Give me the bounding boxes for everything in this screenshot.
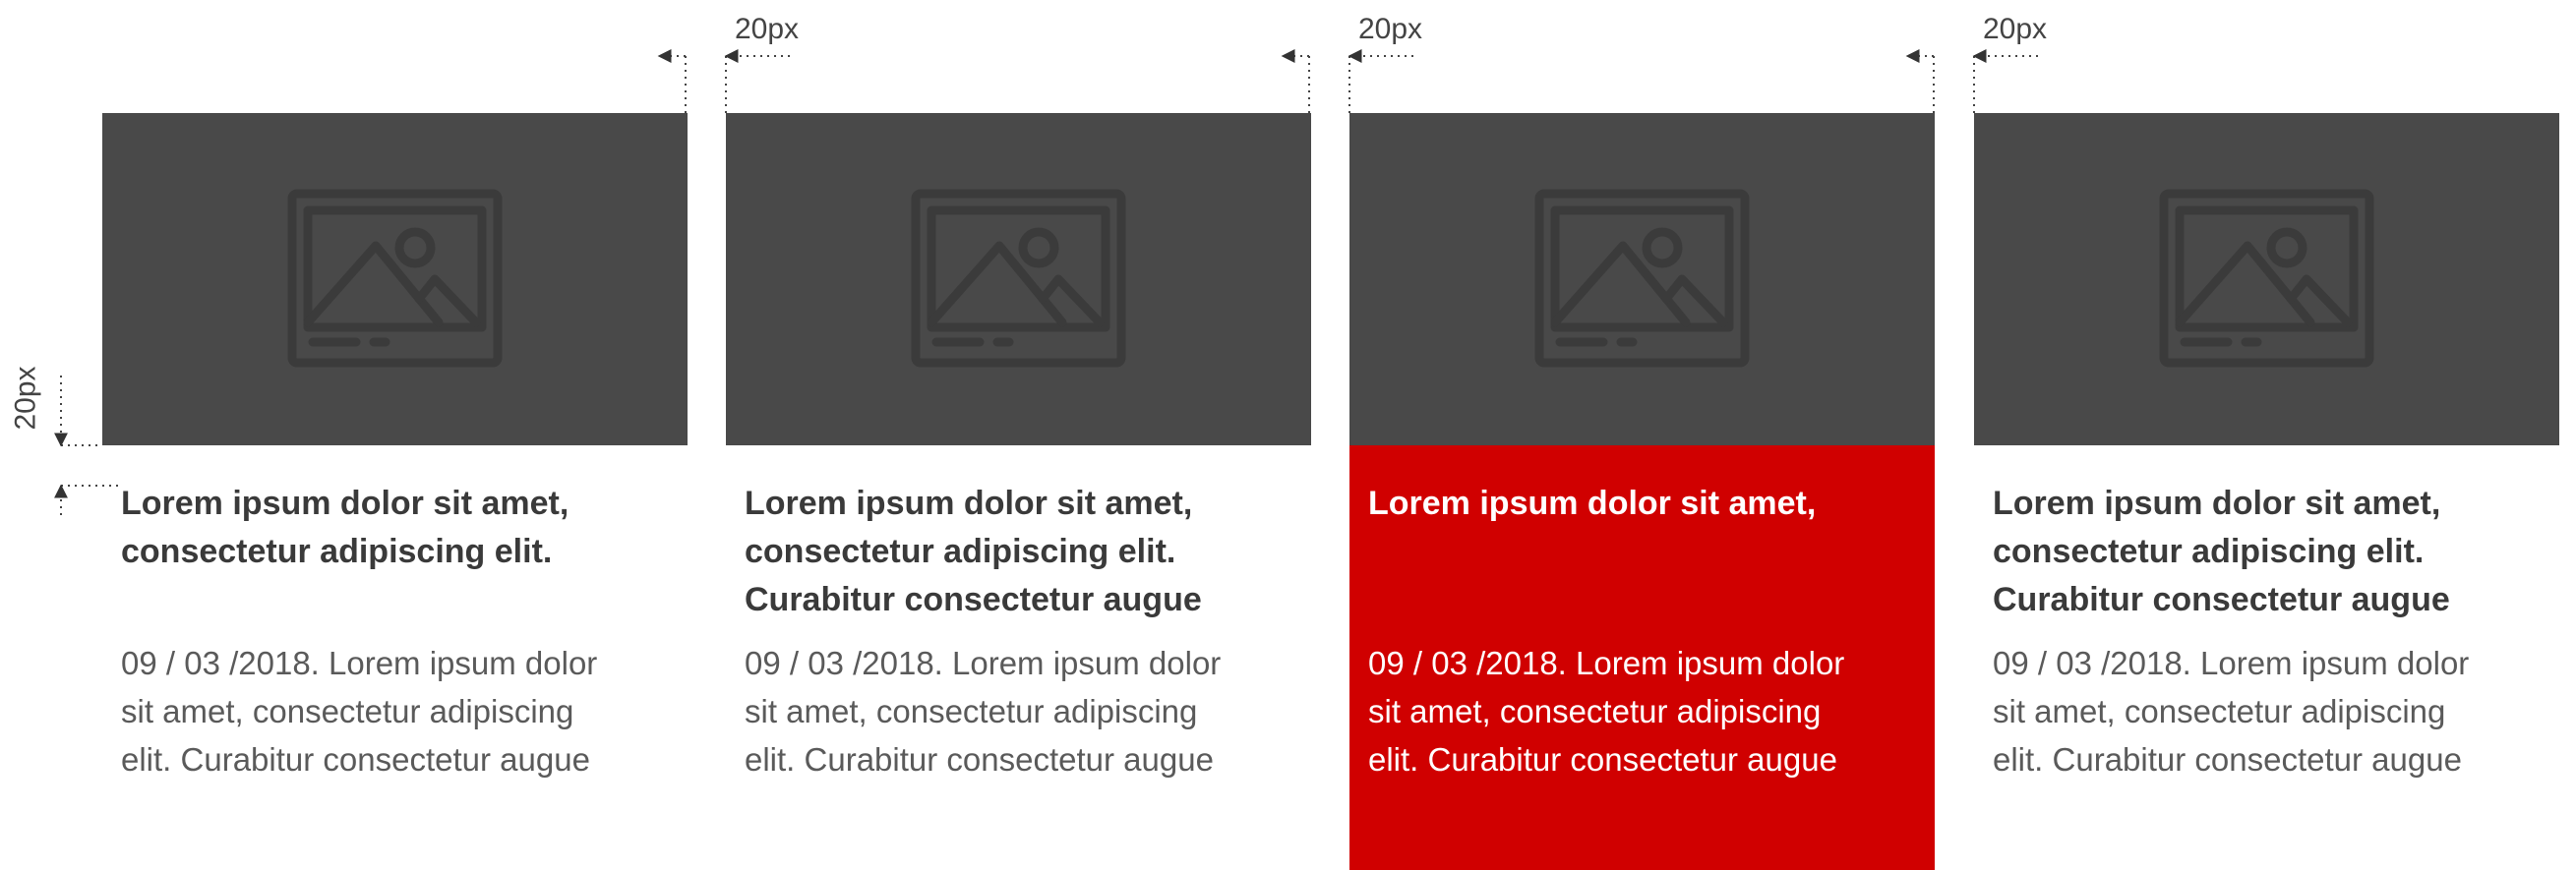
card-thumbnail	[1974, 113, 2559, 445]
image-placeholder-icon	[911, 189, 1126, 368]
card-title: Lorem ipsum dolor sit amet, consectetur …	[745, 480, 1295, 624]
card-title-line: consectetur adipiscing elit.	[745, 533, 1176, 570]
article-card-3-highlighted[interactable]: Lorem ipsum dolor sit amet, 09 / 03 /201…	[1349, 113, 1935, 870]
card-description: 09 / 03 /2018. Lorem ipsum dolor sit ame…	[1993, 639, 2548, 783]
card-title-line: Lorem ipsum dolor sit amet,	[745, 485, 1193, 522]
card-title-line: Curabitur consectetur augue	[745, 581, 1202, 618]
card-thumbnail	[726, 113, 1311, 445]
gap-label-2: 20px	[1358, 13, 1423, 45]
image-placeholder-icon	[1534, 189, 1750, 368]
card-description: 09 / 03 /2018. Lorem ipsum dolor sit ame…	[745, 639, 1300, 783]
gap-label-1: 20px	[735, 13, 800, 45]
card-desc-line: sit amet, consectetur adipiscing	[121, 693, 574, 729]
card-desc-line: 09 / 03 /2018. Lorem ipsum dolor	[745, 645, 1222, 681]
card-desc-line: elit. Curabitur consectetur augue	[1993, 741, 2462, 778]
card-description: 09 / 03 /2018. Lorem ipsum dolor sit ame…	[1368, 639, 1924, 783]
gap-label-3: 20px	[1983, 13, 2048, 45]
card-title: Lorem ipsum dolor sit amet, consectetur …	[121, 480, 672, 576]
card-desc-line: sit amet, consectetur adipiscing	[745, 693, 1198, 729]
card-title-line: Lorem ipsum dolor sit amet,	[121, 485, 569, 522]
card-desc-line: sit amet, consectetur adipiscing	[1993, 693, 2446, 729]
article-card-4[interactable]: Lorem ipsum dolor sit amet, consectetur …	[1974, 113, 2559, 870]
card-title-line: Lorem ipsum dolor sit amet,	[1993, 485, 2441, 522]
card-desc-line: 09 / 03 /2018. Lorem ipsum dolor	[1993, 645, 2470, 681]
vertical-gap-label: 20px	[9, 366, 42, 431]
card-thumbnail	[1349, 113, 1935, 445]
card-thumbnail	[102, 113, 688, 445]
card-description: 09 / 03 /2018. Lorem ipsum dolor sit ame…	[121, 639, 677, 783]
card-desc-line: elit. Curabitur consectetur augue	[121, 741, 590, 778]
card-title-line: consectetur adipiscing elit.	[121, 533, 553, 570]
article-card-2[interactable]: Lorem ipsum dolor sit amet, consectetur …	[726, 113, 1311, 870]
image-placeholder-icon	[2159, 189, 2374, 368]
image-placeholder-icon	[287, 189, 503, 368]
card-title: Lorem ipsum dolor sit amet,	[1368, 480, 1919, 528]
card-title-line: consectetur adipiscing elit.	[1993, 533, 2425, 570]
card-title-line: Lorem ipsum dolor sit amet,	[1368, 485, 1817, 522]
card-desc-line: sit amet, consectetur adipiscing	[1368, 693, 1822, 729]
card-title: Lorem ipsum dolor sit amet, consectetur …	[1993, 480, 2544, 624]
card-desc-line: 09 / 03 /2018. Lorem ipsum dolor	[1368, 645, 1845, 681]
article-card-1[interactable]: Lorem ipsum dolor sit amet, consectetur …	[102, 113, 688, 870]
card-desc-line: elit. Curabitur consectetur augue	[745, 741, 1214, 778]
card-title-line: Curabitur consectetur augue	[1993, 581, 2450, 618]
card-desc-line: elit. Curabitur consectetur augue	[1368, 741, 1837, 778]
card-desc-line: 09 / 03 /2018. Lorem ipsum dolor	[121, 645, 598, 681]
